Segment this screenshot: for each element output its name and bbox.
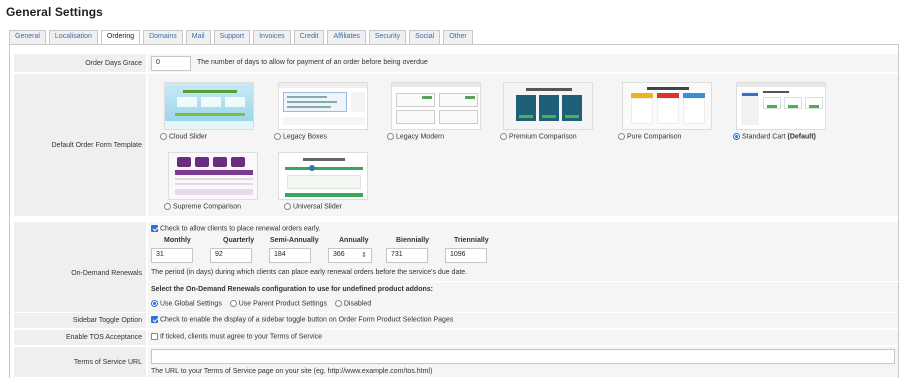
addon-renewals-options: Use Global Settings Use Parent Product S… bbox=[151, 300, 371, 307]
tab-other[interactable]: Other bbox=[443, 30, 473, 44]
template-premium-comparison-label: Premium Comparison bbox=[508, 133, 577, 141]
tos-acceptance-checkbox[interactable] bbox=[151, 333, 158, 340]
tab-ordering[interactable]: Ordering bbox=[100, 30, 141, 45]
template-premium-comparison[interactable]: Premium Comparison bbox=[500, 82, 598, 140]
template-premium-comparison-radio[interactable] bbox=[500, 133, 507, 140]
tos-acceptance-label: Enable TOS Acceptance bbox=[14, 330, 146, 345]
template-pure-comparison[interactable]: Pure Comparison bbox=[613, 82, 712, 141]
template-universal-slider-label: Universal Slider bbox=[292, 203, 342, 211]
addon-use-global-label: Use Global Settings bbox=[159, 300, 222, 308]
cloud-slider-thumbnail[interactable] bbox=[164, 82, 254, 130]
tab-credit[interactable]: Credit bbox=[293, 30, 325, 44]
template-grid: Cloud Slider Legacy Boxes Legacy Modern … bbox=[148, 74, 898, 216]
template-legacy-boxes-radio[interactable] bbox=[274, 133, 281, 140]
tab-support[interactable]: Support bbox=[213, 30, 251, 44]
tos-url-help: The URL to your Terms of Service page on… bbox=[151, 368, 433, 375]
on-demand-renewals-row: On-Demand Renewals Check to allow client… bbox=[14, 221, 902, 325]
tab-general[interactable]: General bbox=[9, 30, 46, 44]
template-supreme-comparison[interactable]: Supreme Comparison bbox=[160, 152, 270, 210]
legacy-boxes-thumbnail[interactable] bbox=[278, 82, 368, 130]
tab-mail[interactable]: Mail bbox=[185, 30, 211, 44]
template-legacy-modern[interactable]: Legacy Modern bbox=[387, 82, 485, 140]
order-days-grace-row: Order Days Grace 0 The number of days to… bbox=[14, 53, 898, 72]
period-biennially-label: Biennially bbox=[396, 237, 430, 244]
addon-use-global-radio[interactable] bbox=[151, 300, 158, 307]
tab-domains[interactable]: Domains bbox=[143, 30, 183, 44]
order-days-grace-label: Order Days Grace bbox=[14, 54, 146, 72]
template-standard-cart-radio[interactable] bbox=[733, 133, 740, 140]
on-demand-renewals-checkbox-label: Check to allow clients to place renewal … bbox=[159, 225, 321, 233]
order-form-template-label: Default Order Form Template bbox=[14, 74, 146, 216]
universal-slider-thumbnail[interactable] bbox=[278, 152, 368, 200]
tos-url-row: Terms of Service URL The URL to your Ter… bbox=[14, 346, 898, 377]
tab-social[interactable]: Social bbox=[409, 30, 441, 44]
addon-use-parent-radio[interactable] bbox=[229, 300, 237, 307]
sidebar-toggle-label: Sidebar Toggle Option bbox=[14, 313, 146, 328]
template-cloud-slider-label: Cloud Slider bbox=[168, 133, 208, 141]
period-quarterly-input[interactable]: 92 bbox=[210, 248, 252, 263]
template-legacy-boxes-label: Legacy Boxes bbox=[282, 133, 327, 141]
template-cloud-slider[interactable]: Cloud Slider bbox=[160, 82, 258, 140]
addon-use-parent-label: Use Parent Product Settings bbox=[238, 300, 328, 308]
settings-tabs: General Localisation Ordering Domains Ma… bbox=[9, 30, 476, 45]
template-legacy-modern-radio[interactable] bbox=[387, 133, 394, 140]
template-standard-cart-label: Standard Cart bbox=[741, 133, 786, 141]
template-legacy-boxes[interactable]: Legacy Boxes bbox=[274, 82, 372, 140]
supreme-comparison-thumbnail[interactable] bbox=[168, 152, 258, 200]
on-demand-renewals-help: The period (in days) during which client… bbox=[151, 269, 468, 276]
template-pure-comparison-label: Pure Comparison bbox=[626, 133, 682, 141]
legacy-modern-thumbnail[interactable] bbox=[391, 82, 481, 130]
settings-panel: Order Days Grace 0 The number of days to… bbox=[9, 44, 902, 378]
template-supreme-comparison-radio[interactable] bbox=[164, 203, 171, 210]
tos-url-input[interactable] bbox=[151, 349, 895, 364]
page-title: General Settings bbox=[6, 5, 103, 19]
period-triennially-input[interactable]: 1096 bbox=[445, 248, 487, 263]
sidebar-toggle-checkbox[interactable] bbox=[151, 316, 158, 323]
period-monthly-label: Monthly bbox=[164, 237, 191, 244]
default-marker: (Default) bbox=[787, 133, 816, 141]
standard-cart-thumbnail[interactable] bbox=[736, 82, 826, 130]
addon-renewals-heading: Select the On-Demand Renewals configurat… bbox=[151, 286, 433, 293]
period-biennially-input[interactable]: 731 bbox=[386, 248, 428, 263]
tos-acceptance-row: Enable TOS Acceptance If ticked, clients… bbox=[14, 329, 898, 345]
tab-security[interactable]: Security bbox=[368, 30, 407, 44]
period-semi-annually-input[interactable]: 184 bbox=[269, 248, 311, 263]
period-semi-annually-label: Semi-Annually bbox=[270, 237, 319, 244]
tab-invoices[interactable]: Invoices bbox=[253, 30, 291, 44]
template-universal-slider[interactable]: Universal Slider bbox=[274, 152, 384, 210]
template-standard-cart[interactable]: Standard Cart (Default) bbox=[723, 82, 853, 140]
on-demand-renewals-label: On-Demand Renewals bbox=[14, 222, 146, 325]
template-cloud-slider-radio[interactable] bbox=[160, 133, 167, 140]
tab-localisation[interactable]: Localisation bbox=[48, 30, 98, 44]
template-legacy-modern-label: Legacy Modern bbox=[395, 133, 445, 141]
sidebar-toggle-checkbox-label: Check to enable the display of a sidebar… bbox=[159, 316, 454, 324]
order-form-template-row: Default Order Form Template Cloud Slider bbox=[14, 73, 898, 216]
period-triennially-label: Triennially bbox=[454, 237, 489, 244]
tos-acceptance-checkbox-label: If ticked, clients must agree to your Te… bbox=[159, 333, 323, 341]
template-universal-slider-radio[interactable] bbox=[284, 203, 291, 210]
sidebar-toggle-row: Sidebar Toggle Option Check to enable th… bbox=[14, 312, 898, 328]
tos-url-label: Terms of Service URL bbox=[14, 347, 146, 377]
pure-comparison-thumbnail[interactable] bbox=[622, 82, 712, 130]
tab-affiliates[interactable]: Affiliates bbox=[327, 30, 366, 44]
premium-comparison-thumbnail[interactable] bbox=[503, 82, 593, 130]
addon-disabled-radio[interactable] bbox=[334, 300, 342, 307]
addon-disabled-label: Disabled bbox=[343, 300, 372, 308]
order-days-grace-input[interactable]: 0 bbox=[151, 56, 191, 71]
template-pure-comparison-radio[interactable] bbox=[618, 133, 625, 140]
order-days-grace-help: The number of days to allow for payment … bbox=[197, 59, 428, 66]
template-supreme-comparison-label: Supreme Comparison bbox=[172, 203, 242, 211]
period-annually-label: Annually bbox=[339, 237, 369, 244]
on-demand-renewals-checkbox[interactable] bbox=[151, 225, 158, 232]
period-annually-input[interactable]: 366 ⇕ bbox=[328, 248, 372, 263]
stepper-arrows-icon[interactable]: ⇕ bbox=[361, 251, 367, 259]
period-quarterly-label: Quarterly bbox=[223, 237, 255, 244]
period-monthly-input[interactable]: 31 bbox=[151, 248, 193, 263]
divider bbox=[146, 281, 902, 282]
